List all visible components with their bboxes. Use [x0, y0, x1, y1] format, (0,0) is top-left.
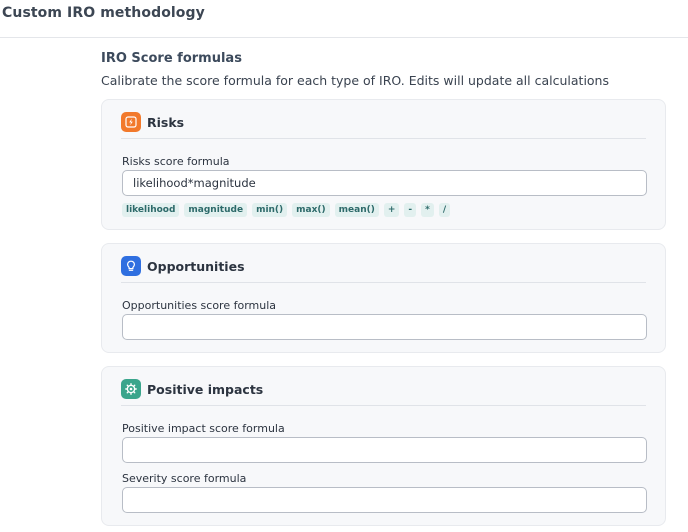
- opportunities-score-formula-input[interactable]: [122, 314, 647, 340]
- token-chip-multiply[interactable]: *: [421, 203, 434, 217]
- severity-score-formula-input[interactable]: [122, 487, 647, 513]
- lightning-bolt-icon: [121, 112, 141, 132]
- token-chip-divide[interactable]: /: [438, 203, 451, 217]
- token-chip-likelihood[interactable]: likelihood: [122, 203, 180, 217]
- section-description: Calibrate the score formula for each typ…: [101, 73, 609, 88]
- top-bar: Custom IRO methodology: [0, 0, 688, 38]
- positive-impacts-card-title: Positive impacts: [147, 382, 264, 397]
- formula-token-list: likelihood magnitude min() max() mean() …: [122, 203, 451, 217]
- token-chip-min[interactable]: min(): [252, 203, 288, 217]
- positive-impacts-card-header: Positive impacts: [121, 379, 646, 406]
- risks-field-label: Risks score formula: [122, 155, 230, 168]
- opportunities-card-header: Opportunities: [121, 256, 646, 283]
- severity-field-label: Severity score formula: [122, 472, 247, 485]
- positive-impact-score-formula-input[interactable]: [122, 437, 647, 463]
- token-chip-minus[interactable]: -: [404, 203, 417, 217]
- risks-score-formula-input[interactable]: [122, 170, 647, 196]
- opportunities-card-title: Opportunities: [147, 259, 245, 274]
- token-chip-magnitude[interactable]: magnitude: [184, 203, 248, 217]
- risks-card: Risks Risks score formula likelihood mag…: [101, 99, 666, 230]
- risks-card-header: Risks: [121, 112, 646, 139]
- token-chip-max[interactable]: max(): [292, 203, 330, 217]
- page-title: Custom IRO methodology: [2, 5, 205, 21]
- token-chip-plus[interactable]: +: [383, 203, 400, 217]
- opportunities-field-label: Opportunities score formula: [122, 299, 277, 312]
- token-chip-mean[interactable]: mean(): [334, 203, 379, 217]
- risks-card-title: Risks: [147, 115, 185, 130]
- lightbulb-icon: [121, 256, 141, 276]
- section-title: IRO Score formulas: [101, 51, 242, 66]
- opportunities-card: Opportunities Opportunities score formul…: [101, 243, 666, 353]
- positive-impact-field-label: Positive impact score formula: [122, 422, 285, 435]
- positive-impacts-card: Positive impacts Positive impact score f…: [101, 366, 666, 526]
- gear-icon: [121, 379, 141, 399]
